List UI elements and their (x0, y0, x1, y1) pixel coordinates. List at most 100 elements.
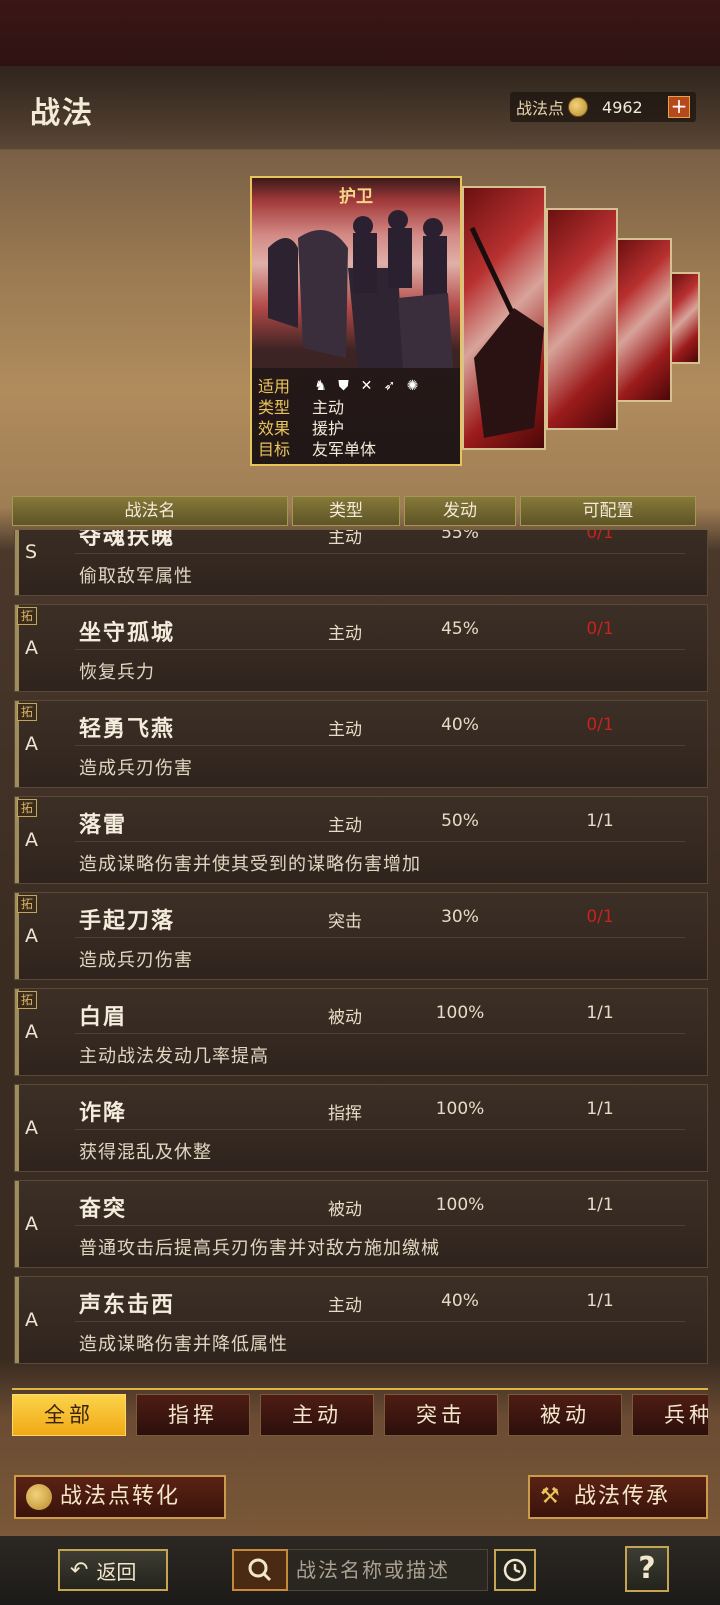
skill-config: 1/1 (586, 1099, 614, 1119)
skill-config: 1/1 (586, 811, 614, 831)
row-accent (15, 1277, 19, 1363)
search-input[interactable] (296, 1553, 486, 1587)
info-value: 主动 (312, 398, 345, 417)
card-skill-name: 护卫 (339, 187, 373, 207)
info-key: 适用 (258, 377, 291, 396)
skill-name: 落雷 (79, 813, 128, 838)
points-value: 4962 (602, 97, 643, 117)
cavalry-icon: ♞ (314, 378, 327, 394)
header-type[interactable]: 类型 (292, 496, 400, 526)
skill-rate: 100% (435, 1003, 485, 1023)
skill-config: 0/1 (586, 530, 614, 543)
skill-desc: 造成谋略伤害并使其受到的谋略伤害增加 (79, 854, 421, 875)
spear-icon: ➶ (383, 378, 396, 394)
skill-rate: 30% (441, 907, 479, 927)
skill-desc: 恢复兵力 (79, 662, 155, 683)
tab-active[interactable]: 主动 (260, 1394, 374, 1436)
skill-desc: 造成兵刃伤害 (79, 758, 193, 779)
inherit-skill-button[interactable]: ⚒ 战法传承 (528, 1475, 708, 1519)
add-points-button[interactable]: + (668, 96, 690, 118)
info-key: 类型 (258, 398, 291, 417)
tab-command[interactable]: 指挥 (136, 1394, 250, 1436)
convert-label: 战法点转化 (60, 1484, 181, 1509)
info-value: 友军单体 (312, 440, 377, 459)
skill-row[interactable]: S 夺魂扶魄 主动 55% 0/1 偷取敌军属性 (14, 530, 708, 596)
row-accent (15, 530, 19, 595)
row-accent (15, 1181, 19, 1267)
skill-table-header: 战法名 类型 发动 可配置 (12, 496, 708, 526)
skill-row[interactable]: 拓 A 白眉 被动 100% 1/1 主动战法发动几率提高 (14, 988, 708, 1076)
skill-row[interactable]: 拓 A 轻勇飞燕 主动 40% 0/1 造成兵刃伤害 (14, 700, 708, 788)
skill-config: 0/1 (586, 619, 614, 639)
header-skill-name[interactable]: 战法名 (12, 496, 288, 526)
skill-points-display: 战法点 4962 + (510, 92, 696, 122)
skill-desc: 主动战法发动几率提高 (79, 1046, 269, 1067)
grade-label: A (25, 1021, 38, 1043)
grade-label: S (25, 541, 38, 563)
skill-name: 声东击西 (79, 1293, 176, 1318)
skill-config: 0/1 (586, 715, 614, 735)
help-button[interactable]: ? (625, 1546, 669, 1592)
skill-config: 0/1 (586, 907, 614, 927)
skill-name: 轻勇飞燕 (79, 717, 176, 742)
skill-desc: 造成兵刃伤害 (79, 950, 193, 971)
skill-row[interactable]: 拓 A 落雷 主动 50% 1/1 造成谋略伤害并使其受到的谋略伤害增加 (14, 796, 708, 884)
grade-label: A (25, 1117, 38, 1139)
featured-skill-card[interactable]: 护卫 适用 ♞ ⛊ ✕ ➶ ✺ 类型 主动 效果 援护 目标 友军单体 (250, 176, 462, 466)
card-info-row: 适用 ♞ ⛊ ✕ ➶ ✺ (258, 376, 454, 397)
wheel-icon: ✺ (406, 378, 419, 394)
skill-card-carousel[interactable]: 护卫 适用 ♞ ⛊ ✕ ➶ ✺ 类型 主动 效果 援护 目标 友军单体 (240, 172, 720, 477)
skill-row[interactable]: A 奋突 被动 100% 1/1 普通攻击后提高兵刃伤害并对敌方施加缴械 (14, 1180, 708, 1268)
back-arrow-icon: ↶ (70, 1557, 89, 1583)
skill-row[interactable]: A 诈降 指挥 100% 1/1 获得混乱及休整 (14, 1084, 708, 1172)
top-strip (0, 0, 720, 66)
tab-troop[interactable]: 兵种 (632, 1394, 708, 1436)
skill-type: 主动 (328, 720, 362, 740)
skill-config: 1/1 (586, 1003, 614, 1023)
row-divider (75, 745, 685, 746)
grade-label: A (25, 1213, 38, 1235)
card-info-row: 效果 援护 (258, 418, 454, 439)
carousel-card[interactable] (670, 272, 700, 364)
carousel-card[interactable] (616, 238, 672, 402)
skill-type: 指挥 (328, 1104, 362, 1124)
skill-config: 1/1 (586, 1291, 614, 1311)
back-button[interactable]: ↶ 返回 (58, 1549, 168, 1591)
tab-assault[interactable]: 突击 (384, 1394, 498, 1436)
skill-row[interactable]: 拓 A 手起刀落 突击 30% 0/1 造成兵刃伤害 (14, 892, 708, 980)
skill-name: 坐守孤城 (79, 621, 176, 646)
skill-type: 主动 (328, 624, 362, 644)
skill-desc: 普通攻击后提高兵刃伤害并对敌方施加缴械 (79, 1238, 440, 1259)
row-divider (75, 937, 685, 938)
history-button[interactable] (494, 1549, 536, 1591)
header-rate[interactable]: 发动 (404, 496, 516, 526)
skill-row[interactable]: 拓 A 坐守孤城 主动 45% 0/1 恢复兵力 (14, 604, 708, 692)
skill-list[interactable]: S 夺魂扶魄 主动 55% 0/1 偷取敌军属性 拓 A 坐守孤城 主动 45%… (14, 530, 708, 1380)
card-info-panel: 适用 ♞ ⛊ ✕ ➶ ✺ 类型 主动 效果 援护 目标 友军单体 (252, 368, 460, 464)
skill-rate: 50% (441, 811, 479, 831)
search-button[interactable] (232, 1549, 288, 1591)
tab-all[interactable]: 全部 (12, 1394, 126, 1436)
skill-rate: 100% (435, 1099, 485, 1119)
grade-label: A (25, 925, 38, 947)
hammer-icon: ⚒ (540, 1484, 562, 1509)
header-config[interactable]: 可配置 (520, 496, 696, 526)
filter-tab-bar: 全部 指挥 主动 突击 被动 兵种 (12, 1388, 708, 1436)
tab-passive[interactable]: 被动 (508, 1394, 622, 1436)
skill-type: 被动 (328, 1200, 362, 1220)
skill-desc: 偷取敌军属性 (79, 566, 193, 587)
bow-icon: ✕ (360, 378, 373, 394)
grade-label: A (25, 1309, 38, 1331)
row-divider (75, 1033, 685, 1034)
skill-type: 突击 (328, 912, 362, 932)
card-info-row: 目标 友军单体 (258, 439, 454, 460)
skill-desc: 造成谋略伤害并降低属性 (79, 1334, 288, 1355)
skill-row[interactable]: A 声东击西 主动 40% 1/1 造成谋略伤害并降低属性 (14, 1276, 708, 1364)
convert-points-button[interactable]: 战法点转化 (14, 1475, 226, 1519)
skill-rate: 40% (441, 715, 479, 735)
points-label: 战法点 (516, 99, 565, 118)
clock-icon (503, 1558, 527, 1582)
carousel-card[interactable] (546, 208, 618, 430)
skill-name: 奋突 (79, 1197, 128, 1222)
carousel-card[interactable] (462, 186, 546, 450)
